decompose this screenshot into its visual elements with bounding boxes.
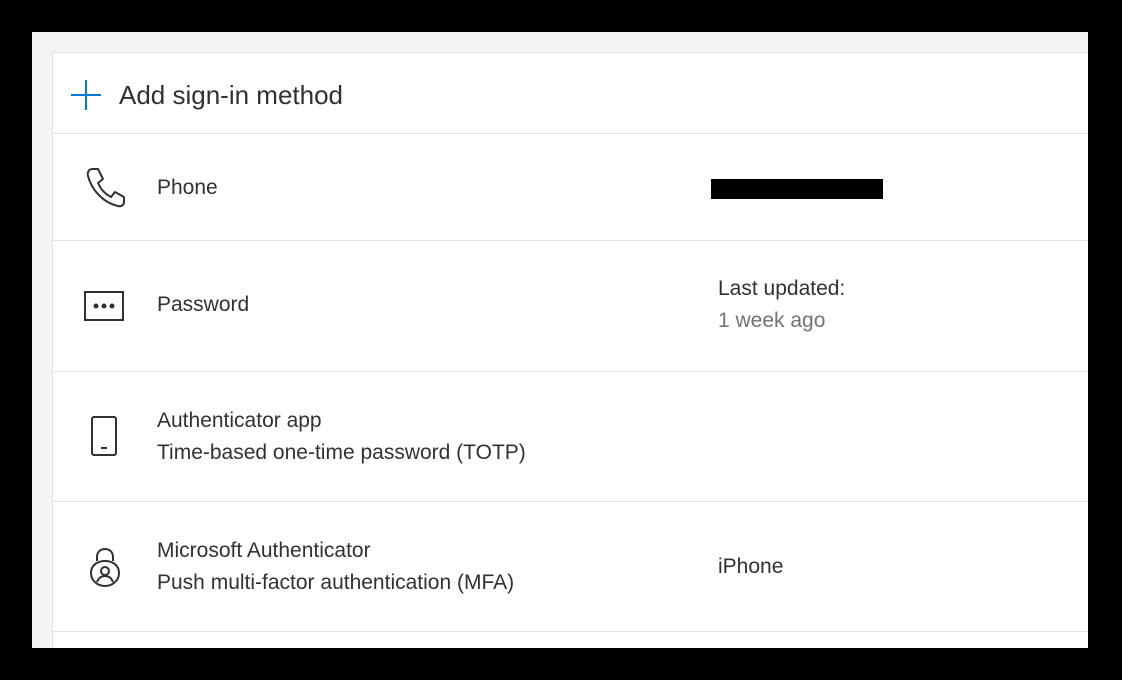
security-info-card: Add sign-in method Phone Password Last u… xyxy=(52,52,1088,648)
method-row-microsoft-authenticator: Microsoft Authenticator Push multi-facto… xyxy=(53,502,1088,632)
method-row-password: Password Last updated: 1 week ago xyxy=(53,241,1088,372)
redacted-phone-number xyxy=(711,179,883,199)
add-sign-in-method-button[interactable]: Add sign-in method xyxy=(53,53,1088,134)
method-name: Phone xyxy=(157,176,218,199)
method-subtitle: Push multi-factor authentication (MFA) xyxy=(157,571,515,594)
method-row-authenticator-app: Authenticator app Time-based one-time pa… xyxy=(53,372,1088,502)
last-updated-value: 1 week ago xyxy=(718,309,826,332)
last-updated-label: Last updated: xyxy=(718,277,846,300)
screen: Add sign-in method Phone Password Last u… xyxy=(32,32,1088,648)
plus-icon xyxy=(70,79,102,111)
authenticator-lock-icon xyxy=(87,546,123,593)
password-dots-icon xyxy=(83,290,127,327)
method-name: Microsoft Authenticator xyxy=(157,539,371,562)
device-name: iPhone xyxy=(718,555,784,578)
method-row-phone: Phone xyxy=(53,134,1088,241)
add-sign-in-method-label: Add sign-in method xyxy=(119,80,344,110)
method-subtitle: Time-based one-time password (TOTP) xyxy=(157,441,526,464)
mobile-device-icon xyxy=(90,415,118,462)
method-name: Password xyxy=(157,293,250,316)
phone-icon xyxy=(83,165,127,214)
method-name: Authenticator app xyxy=(157,409,322,432)
